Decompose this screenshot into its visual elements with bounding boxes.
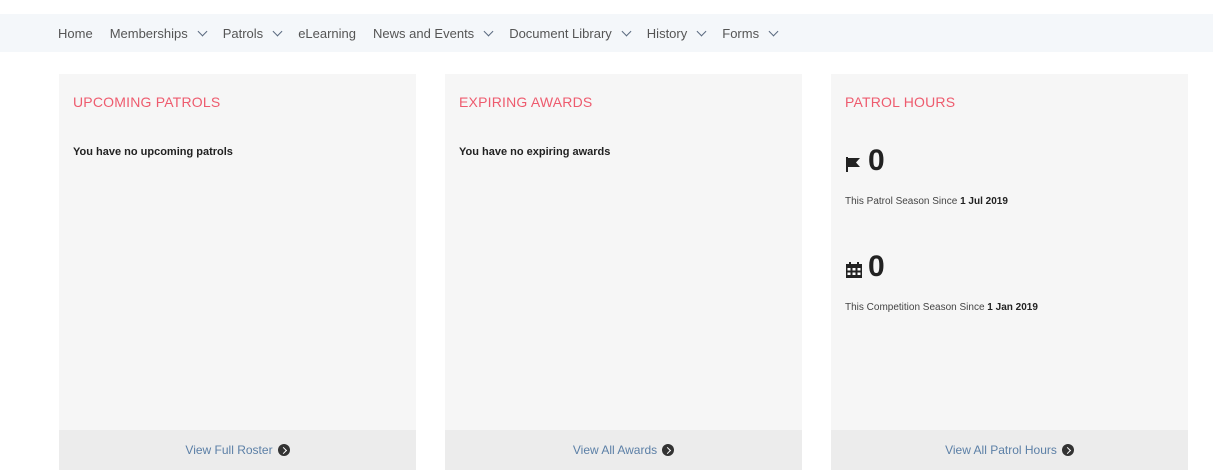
card-footer: View All Awards [445, 430, 802, 470]
caption-text: This Patrol Season Since [845, 196, 961, 207]
link-label: View Full Roster [185, 443, 273, 457]
nav-item-label: Memberships [109, 25, 188, 41]
since-date: 1 Jan 2019 [987, 302, 1038, 313]
arrow-circle-right-icon [662, 444, 675, 456]
flag-icon [846, 157, 860, 172]
card-title: EXPIRING AWARDS [459, 94, 593, 110]
nav-item-document-library[interactable]: Document Library [509, 25, 632, 41]
caption-text: This Competition Season Since [845, 302, 988, 313]
expiring-awards-card: EXPIRING AWARDS You have no expiring awa… [445, 74, 802, 470]
card-title: PATROL HOURS [845, 94, 956, 110]
since-date: 1 Jul 2019 [960, 196, 1008, 207]
card-footer: View All Patrol Hours [831, 430, 1188, 470]
nav-item-forms[interactable]: Forms [722, 25, 779, 41]
nav-item-label: Patrols [222, 25, 264, 41]
nav-item-label: Document Library [509, 25, 612, 41]
view-all-awards-link[interactable]: View All Awards [572, 443, 675, 457]
link-label: View All Patrol Hours [945, 443, 1057, 457]
card-title: UPCOMING PATROLS [73, 94, 221, 110]
nav-item-news-and-events[interactable]: News and Events [373, 25, 494, 41]
link-label: View All Awards [572, 443, 658, 457]
competition-season-stat: 0 [845, 252, 885, 282]
nav-item-memberships[interactable]: Memberships [109, 25, 208, 41]
arrow-circle-right-icon [1061, 444, 1074, 456]
empty-message: You have no upcoming patrols [73, 146, 233, 158]
nav-item-label: News and Events [373, 25, 475, 41]
chevron-down-icon [696, 26, 707, 36]
card-footer: View Full Roster [59, 430, 416, 470]
patrol-season-caption: This Patrol Season Since 1 Jul 2019 [845, 196, 1008, 207]
chevron-down-icon [483, 26, 494, 36]
chevron-down-icon [768, 26, 779, 36]
nav-item-home[interactable]: Home [58, 26, 93, 41]
patrol-season-stat: 0 [845, 146, 885, 176]
competition-season-caption: This Competition Season Since 1 Jan 2019 [845, 302, 1038, 313]
chevron-down-icon [272, 26, 283, 36]
arrow-circle-right-icon [277, 444, 290, 456]
nav-item-patrols[interactable]: Patrols [222, 25, 283, 41]
nav-item-label: eLearning [298, 25, 357, 41]
patrol-hours-card: PATROL HOURS 0 This Patrol Season Since … [831, 74, 1188, 470]
chevron-down-icon [197, 26, 208, 36]
nav-item-label: Home [58, 25, 93, 41]
nav-item-label: History [646, 25, 688, 41]
main-navbar: Home Memberships Patrols eLearning News … [0, 14, 1213, 52]
patrol-season-hours-value: 0 [868, 144, 885, 177]
calendar-icon [846, 262, 862, 278]
view-all-patrol-hours-link[interactable]: View All Patrol Hours [945, 443, 1074, 457]
view-full-roster-link[interactable]: View Full Roster [185, 443, 290, 457]
nav-item-elearning[interactable]: eLearning [298, 26, 356, 41]
nav-item-history[interactable]: History [646, 25, 707, 41]
empty-message: You have no expiring awards [459, 146, 611, 158]
competition-season-hours-value: 0 [868, 250, 885, 283]
upcoming-patrols-card: UPCOMING PATROLS You have no upcoming pa… [59, 74, 416, 470]
chevron-down-icon [621, 26, 632, 36]
nav-item-label: Forms [722, 25, 760, 41]
